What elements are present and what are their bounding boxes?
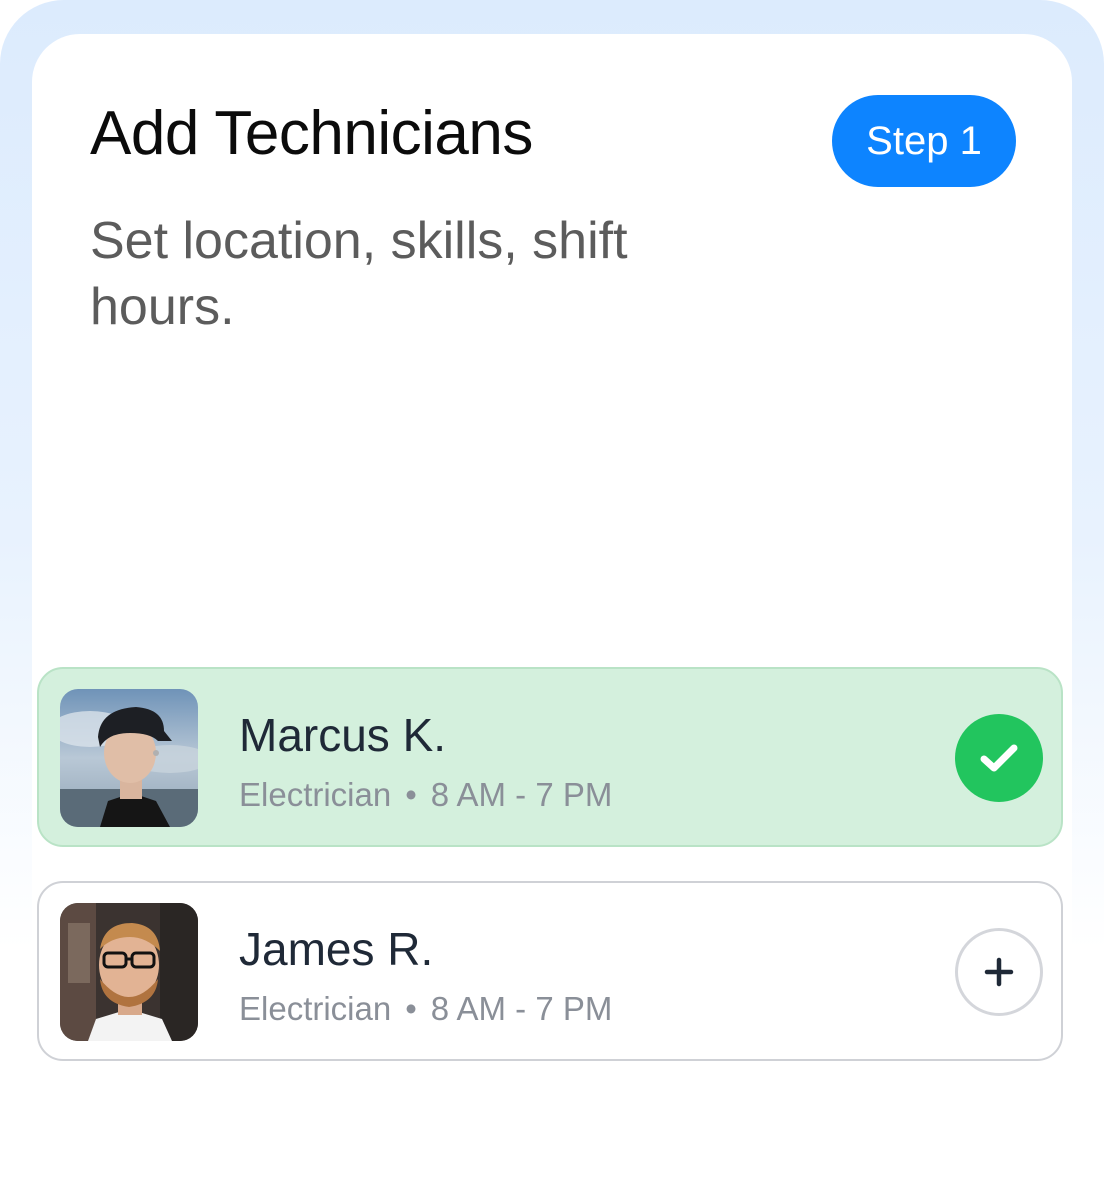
avatar-photo-marcus: [60, 689, 198, 827]
add-technicians-card: Add Technicians Step 1 Set location, ski…: [32, 34, 1072, 1188]
page-title: Add Technicians: [90, 99, 533, 168]
plus-icon: [984, 957, 1014, 987]
technician-details: Electrician • 8 AM - 7 PM: [239, 775, 612, 815]
avatar-photo-james: [60, 903, 198, 1041]
avatar: [60, 689, 198, 827]
technician-row-james[interactable]: James R. Electrician • 8 AM - 7 PM: [37, 881, 1063, 1061]
technician-details: Electrician • 8 AM - 7 PM: [239, 989, 612, 1029]
page-background: Add Technicians Step 1 Set location, ski…: [0, 0, 1104, 1188]
step-badge[interactable]: Step 1: [832, 95, 1016, 187]
technician-role: Electrician: [239, 776, 392, 813]
separator-dot: •: [405, 776, 417, 813]
avatar: [60, 903, 198, 1041]
technician-row-marcus[interactable]: Marcus K. Electrician • 8 AM - 7 PM: [37, 667, 1063, 847]
separator-dot: •: [405, 990, 417, 1027]
technician-hours: 8 AM - 7 PM: [430, 776, 613, 813]
technician-name: Marcus K.: [239, 709, 447, 761]
add-technician-button[interactable]: [955, 928, 1043, 1016]
page-subtitle: Set location, skills, shift hours.: [90, 212, 628, 336]
technician-role: Electrician: [239, 990, 392, 1027]
selected-toggle-button[interactable]: [955, 714, 1043, 802]
technician-name: James R.: [239, 923, 434, 975]
check-icon: [980, 744, 1018, 772]
technician-hours: 8 AM - 7 PM: [430, 990, 613, 1027]
